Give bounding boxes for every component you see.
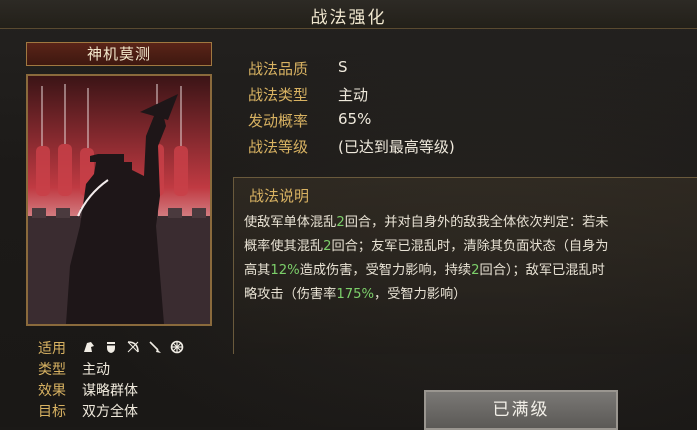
applies-label: 适用: [38, 341, 66, 357]
highlight-value: 2: [323, 239, 332, 254]
bow-icon: [126, 339, 140, 353]
text-segment: ，受智力影响）: [374, 287, 467, 302]
effect-value: 谋略群体: [82, 383, 138, 399]
header-bar: 战法强化: [0, 0, 697, 29]
rate-value: 65%: [338, 110, 372, 128]
text-segment: 造成伤害，受智力影响，持续: [299, 263, 472, 278]
quality-value: S: [338, 58, 348, 76]
level-label: 战法等级: [248, 138, 309, 156]
wheel-icon: [170, 339, 184, 354]
description-line: 使敌军单体混乱2回合，并对自身外的敌我全体依次判定：若未: [244, 211, 608, 230]
description-panel: 战法说明 使敌军单体混乱2回合，并对自身外的敌我全体依次判定：若未 概率使其混乱…: [233, 177, 697, 354]
highlight-value: 2: [471, 263, 480, 278]
text-segment: 使敌军单体混乱: [244, 215, 337, 230]
max-level-button[interactable]: 已满级: [424, 390, 618, 430]
description-title: 战法说明: [249, 187, 310, 205]
text-segment: 概率使其混乱: [244, 239, 324, 254]
level-value: (已达到最高等级): [338, 138, 455, 156]
rate-label: 发动概率: [248, 112, 309, 130]
tactic-card-art: [26, 74, 212, 326]
kind-value: 主动: [338, 86, 369, 104]
description-line: 概率使其混乱2回合；友军已混乱时，清除其负面状态（自身为: [244, 235, 608, 254]
target-value: 双方全体: [82, 404, 138, 420]
target-label: 目标: [38, 404, 66, 420]
highlight-value: 2: [336, 215, 345, 230]
page-title: 战法强化: [310, 8, 387, 28]
description-line: 高其12%造成伤害，受智力影响，持续2回合）；敌军已混乱时: [244, 259, 605, 278]
type-value: 主动: [82, 362, 110, 378]
spear-icon: [148, 339, 162, 353]
kind-label: 战法类型: [248, 86, 309, 104]
effect-label: 效果: [38, 383, 66, 399]
tactic-info: 战法品质 S 战法类型 主动 发动概率 65% 战法等级 (已达到最高等级): [248, 58, 548, 158]
shield-icon: [104, 339, 118, 353]
text-segment: 回合，并对自身外的敌我全体依次判定：若未: [344, 215, 609, 230]
text-segment: 回合）；敌军已混乱时: [479, 263, 605, 278]
highlight-value: 12%: [270, 263, 300, 278]
tactic-name: 神机莫测: [26, 42, 212, 66]
text-segment: 高其: [244, 263, 271, 278]
description-line: 略攻击（伤害率175%，受智力影响）: [244, 283, 466, 302]
type-label: 类型: [38, 362, 66, 378]
highlight-value: 175%: [336, 287, 375, 302]
text-segment: 回合；友军已混乱时，清除其负面状态（自身为: [331, 239, 609, 254]
text-segment: 略攻击（伤害率: [244, 287, 337, 302]
quality-label: 战法品质: [248, 60, 309, 78]
cavalry-icon: [82, 339, 96, 353]
